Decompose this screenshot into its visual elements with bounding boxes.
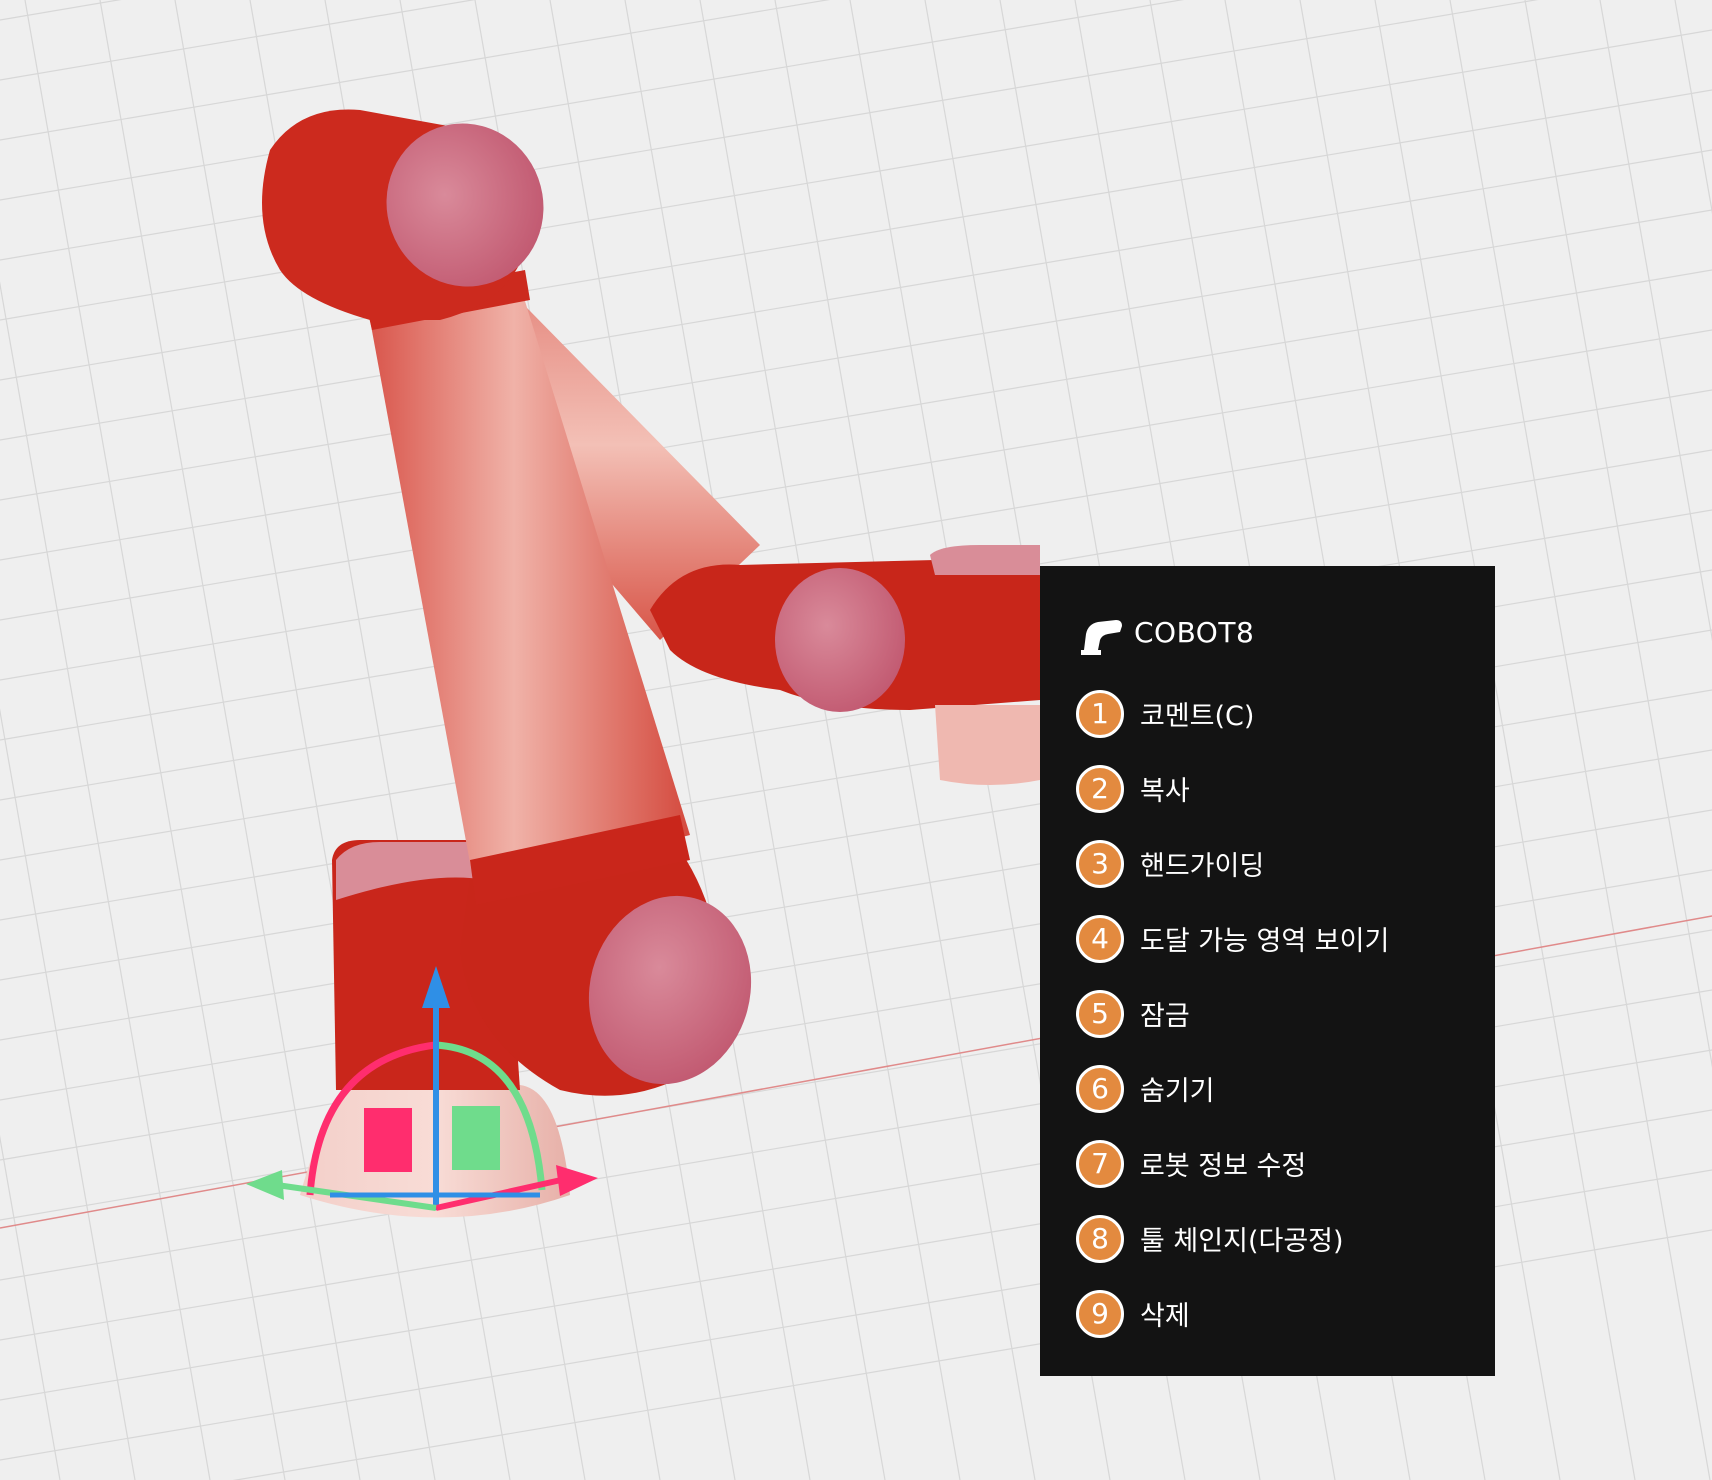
menu-item-number-badge: 9 — [1076, 1289, 1124, 1338]
menu-item-label: 도달 가능 영역 보이기 — [1140, 926, 1390, 957]
robot-context-menu: COBOT8 1 코멘트(C) 2 복사 3 핸드가이딩 4 도달 가능 영역 보이기 5 잠금 6… — [1040, 566, 1495, 1376]
menu-item-number-badge: 2 — [1076, 764, 1124, 813]
grid-line — [0, 281, 211, 1480]
gizmo-arrow-x[interactable] — [556, 1165, 598, 1196]
menu-item-number-badge: 7 — [1076, 1139, 1124, 1188]
gizmo-arrow-y[interactable] — [246, 1170, 284, 1200]
menu-item-9[interactable]: 9 삭제 — [1076, 1276, 1495, 1351]
menu-item-label: 잠금 — [1140, 1001, 1190, 1032]
menu-item-label: 숨기기 — [1140, 1076, 1215, 1107]
menu-item-label: 복사 — [1140, 776, 1190, 807]
grid-line — [24, 0, 286, 1480]
menu-item-8[interactable]: 8 툴 체인지(다공정) — [1076, 1201, 1495, 1276]
grid-line — [0, 29, 1712, 321]
grid-line — [1599, 0, 1712, 642]
grid-line — [0, 0, 122, 21]
menu-item-7[interactable]: 7 로봇 정보 수정 — [1076, 1126, 1495, 1201]
menu-item-number-badge: 1 — [1076, 689, 1124, 738]
menu-item-4[interactable]: 4 도달 가능 영역 보이기 — [1076, 901, 1495, 976]
context-menu-title: COBOT8 — [1134, 615, 1255, 649]
menu-item-5[interactable]: 5 잠금 — [1076, 976, 1495, 1051]
gizmo-plane-handle-green[interactable] — [452, 1106, 500, 1170]
menu-item-number-badge: 3 — [1076, 839, 1124, 888]
grid-line — [0, 0, 831, 141]
grid-line — [0, 708, 136, 1480]
grid-line — [0, 269, 1712, 561]
gizmo-plane-handle-red[interactable] — [364, 1108, 412, 1172]
menu-item-number-badge: 6 — [1076, 1064, 1124, 1113]
menu-item-6[interactable]: 6 숨기기 — [1076, 1051, 1495, 1126]
menu-item-label: 삭제 — [1140, 1301, 1190, 1332]
grid-line — [0, 89, 1712, 381]
menu-item-number-badge: 5 — [1076, 989, 1124, 1038]
robot-joint-cap-wrist — [775, 568, 905, 712]
menu-item-3[interactable]: 3 핸드가이딩 — [1076, 826, 1495, 901]
menu-item-1[interactable]: 1 코멘트(C) — [1076, 676, 1495, 751]
robot-wrist-cap-top — [930, 545, 1040, 575]
menu-item-number-badge: 8 — [1076, 1214, 1124, 1263]
menu-item-label: 핸드가이딩 — [1140, 851, 1265, 882]
robot-arm-icon — [1076, 606, 1128, 658]
menu-item-label: 로봇 정보 수정 — [1140, 1151, 1307, 1182]
menu-item-2[interactable]: 2 복사 — [1076, 751, 1495, 826]
grid-line — [0, 149, 1712, 441]
context-menu-header: COBOT8 — [1076, 606, 1495, 658]
menu-item-label: 툴 체인지(다공정) — [1140, 1226, 1344, 1257]
grid-line — [699, 0, 961, 1480]
robot-tool-flange — [935, 705, 1040, 785]
grid-line — [624, 0, 886, 1480]
grid-line — [1524, 0, 1712, 1068]
robot-cobot8[interactable] — [262, 101, 1040, 1218]
menu-item-label: 코멘트(C) — [1140, 701, 1255, 732]
grid-line — [0, 1134, 61, 1480]
menu-item-number-badge: 4 — [1076, 914, 1124, 963]
grid-line — [1674, 0, 1712, 215]
